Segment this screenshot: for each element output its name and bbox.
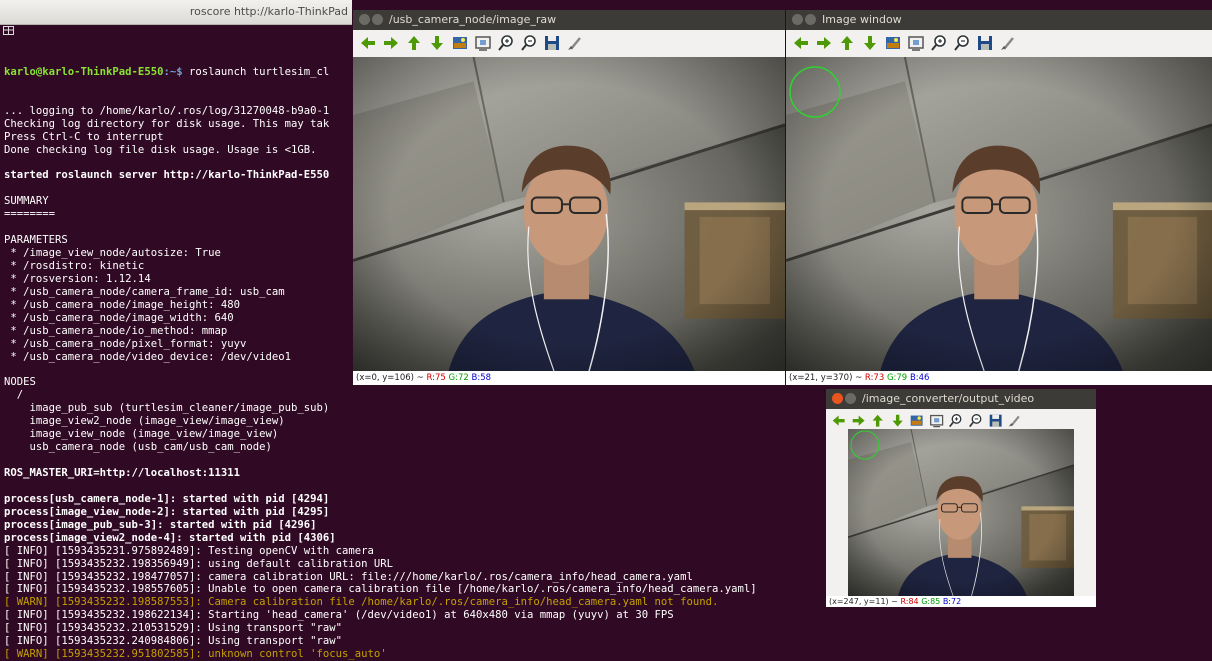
close-button[interactable] xyxy=(832,393,843,404)
terminal-line: / xyxy=(4,389,24,402)
output-video-titlebar[interactable]: /image_converter/output_video xyxy=(826,389,1096,409)
output-video-window[interactable]: /image_converter/output_video (x=247, y=… xyxy=(826,389,1096,607)
camera-frame xyxy=(786,57,1212,371)
minimize-button[interactable] xyxy=(805,14,816,25)
status-blue: B:58 xyxy=(471,373,492,383)
status-red: R:75 xyxy=(426,373,446,383)
terminal-line: [ INFO] [1593435231.975892489]: Testing … xyxy=(4,544,374,557)
terminal-line: ROS_MASTER_URI=http://localhost:11311 xyxy=(4,467,240,479)
prompt-path: :~$ xyxy=(163,65,183,78)
status-red: R:73 xyxy=(864,373,885,383)
status-position: (x=0, y=106) ~ xyxy=(356,373,427,383)
arrow-left-icon[interactable] xyxy=(792,34,810,52)
terminal-line: process[image_view_node-2]: started with… xyxy=(4,505,330,518)
camera-frame xyxy=(353,57,785,371)
save-icon[interactable] xyxy=(543,34,561,52)
arrow-up-icon[interactable] xyxy=(405,34,423,52)
brush-icon[interactable] xyxy=(999,34,1017,52)
panel-icon[interactable] xyxy=(929,413,944,428)
terminal-line: [ INFO] [1593435232.198356949]: using de… xyxy=(4,557,394,570)
brush-icon[interactable] xyxy=(1007,413,1022,428)
window-title: Image window xyxy=(822,13,902,26)
status-position: (x=247, y=11) ~ xyxy=(829,597,901,606)
status-blue: B:72 xyxy=(942,597,962,606)
status-green: G:72 xyxy=(448,373,469,383)
status-blue: B:46 xyxy=(909,373,930,383)
minimize-button[interactable] xyxy=(845,393,856,404)
zoom-in-icon[interactable] xyxy=(497,34,515,52)
terminal-line: [ WARN] [1593435232.951802585]: unknown … xyxy=(4,648,387,661)
arrow-right-icon[interactable] xyxy=(382,34,400,52)
arrow-left-icon[interactable] xyxy=(831,413,846,428)
toolbar xyxy=(353,30,785,58)
image-icon[interactable] xyxy=(451,34,469,52)
camera-view[interactable] xyxy=(848,429,1074,596)
panel-icon[interactable] xyxy=(474,34,492,52)
image-window[interactable]: Image window (x=21, y=370) ~ R:73 G:79 B… xyxy=(786,10,1212,385)
terminal-line: image_view2_node (image_view/image_view) xyxy=(4,415,285,428)
arrow-right-icon[interactable] xyxy=(815,34,833,52)
status-position: (x=21, y=370) ~ xyxy=(789,373,865,383)
window-title: /usb_camera_node/image_raw xyxy=(389,13,557,26)
prompt-command: roslaunch turtlesim_cl xyxy=(182,65,330,78)
image-icon[interactable] xyxy=(909,413,924,428)
new-tab-icon[interactable] xyxy=(3,26,14,35)
status-green: G:85 xyxy=(921,597,941,606)
terminal-line: [ INFO] [1593435232.210531529]: Using tr… xyxy=(4,622,343,635)
terminal-line: process[usb_camera_node-1]: started with… xyxy=(4,492,330,505)
arrow-up-icon[interactable] xyxy=(838,34,856,52)
terminal-line: [ INFO] [1593435232.198477057]: camera c… xyxy=(4,570,693,583)
toolbar xyxy=(786,30,1212,58)
terminal-line: usb_camera_node (usb_cam/usb_cam_node) xyxy=(4,441,272,454)
terminal-line: [ INFO] [1593435232.198557605]: Unable t… xyxy=(4,583,757,596)
zoom-out-icon[interactable] xyxy=(520,34,538,52)
brush-icon[interactable] xyxy=(566,34,584,52)
terminal-line: image_view_node (image_view/image_view) xyxy=(4,428,279,441)
terminal-line: [ INFO] [1593435232.198622134]: Starting… xyxy=(4,609,674,622)
arrow-down-icon[interactable] xyxy=(861,34,879,52)
status-green: G:79 xyxy=(886,373,908,383)
terminal-titlebar[interactable]: roscore http://karlo-ThinkPad xyxy=(0,0,352,25)
window-title: /image_converter/output_video xyxy=(862,392,1035,405)
panel-icon[interactable] xyxy=(907,34,925,52)
terminal-line: [ INFO] [1593435232.240984806]: Using tr… xyxy=(4,635,343,648)
camera-view[interactable] xyxy=(786,57,1212,371)
terminal-line: process[image_view2_node-4]: started wit… xyxy=(4,531,336,544)
image-raw-window[interactable]: /usb_camera_node/image_raw (x=0, y=106) … xyxy=(353,10,785,385)
terminal-line: process[image_pub_sub-3]: started with p… xyxy=(4,518,317,531)
zoom-in-icon[interactable] xyxy=(948,413,963,428)
prompt-user: karlo@karlo-ThinkPad-E550 xyxy=(4,65,164,78)
camera-view[interactable] xyxy=(353,57,785,371)
save-icon[interactable] xyxy=(988,413,1003,428)
zoom-out-icon[interactable] xyxy=(968,413,983,428)
terminal-title: roscore http://karlo-ThinkPad xyxy=(189,5,348,18)
arrow-down-icon[interactable] xyxy=(428,34,446,52)
close-button[interactable] xyxy=(359,14,370,25)
status-bar: (x=247, y=11) ~ R:84 G:85 B:72 xyxy=(826,596,1096,607)
terminal-line: [ WARN] [1593435232.198587553]: Camera c… xyxy=(4,596,719,609)
arrow-left-icon[interactable] xyxy=(359,34,377,52)
save-icon[interactable] xyxy=(976,34,994,52)
arrow-down-icon[interactable] xyxy=(890,413,905,428)
image-icon[interactable] xyxy=(884,34,902,52)
arrow-up-icon[interactable] xyxy=(870,413,885,428)
arrow-right-icon[interactable] xyxy=(851,413,866,428)
status-bar: (x=0, y=106) ~ R:75 G:72 B:58 xyxy=(353,371,785,385)
status-bar: (x=21, y=370) ~ R:73 G:79 B:46 xyxy=(786,371,1212,385)
camera-frame xyxy=(848,429,1074,596)
image-window-titlebar[interactable]: Image window xyxy=(786,10,1212,30)
terminal-line: image_pub_sub (turtlesim_cleaner/image_p… xyxy=(4,402,330,415)
zoom-in-icon[interactable] xyxy=(930,34,948,52)
close-button[interactable] xyxy=(792,14,803,25)
image-raw-titlebar[interactable]: /usb_camera_node/image_raw xyxy=(353,10,785,30)
minimize-button[interactable] xyxy=(372,14,383,25)
status-red: R:84 xyxy=(900,597,919,606)
zoom-out-icon[interactable] xyxy=(953,34,971,52)
